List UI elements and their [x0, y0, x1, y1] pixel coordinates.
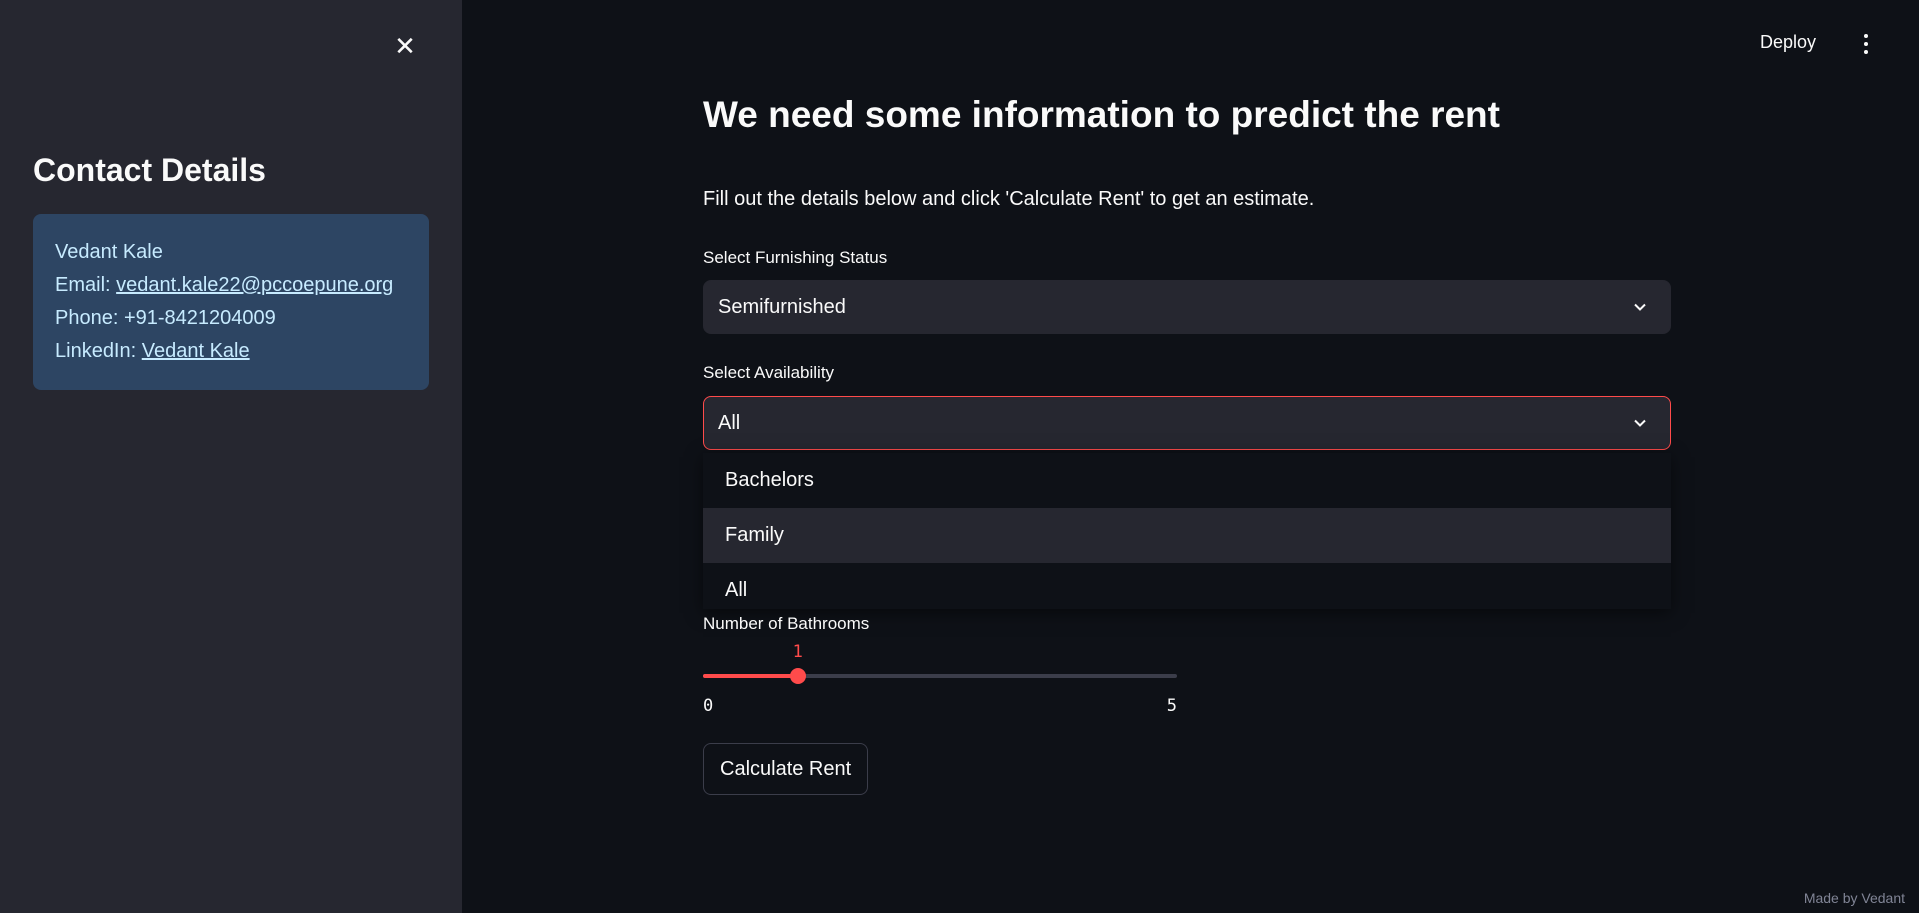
slider-value: 1: [792, 642, 803, 662]
sidebar-title: Contact Details: [33, 152, 266, 188]
slider-max: 5: [1166, 696, 1177, 716]
contact-card: Vedant Kale Email: vedant.kale22@pccoepu…: [33, 214, 429, 390]
email-link[interactable]: vedant.kale22@pccoepune.org: [116, 274, 393, 296]
chevron-down-icon: [1634, 419, 1646, 427]
calculate-rent-button[interactable]: Calculate Rent: [703, 743, 869, 795]
page-title: We need some information to predict the …: [703, 94, 1500, 135]
furnishing-value: Semifurnished: [718, 295, 846, 318]
contact-email-row: Email: vedant.kale22@pccoepune.org: [55, 269, 407, 302]
bathrooms-slider[interactable]: 1 0 5: [703, 642, 1177, 720]
contact-name: Vedant Kale: [55, 241, 163, 263]
kebab-menu-icon[interactable]: [1860, 34, 1872, 56]
furnishing-select[interactable]: Semifurnished: [703, 280, 1671, 334]
slider-min: 0: [703, 696, 714, 716]
slider-fill: [703, 674, 798, 678]
contact-phone: Phone: +91-8421204009: [55, 307, 276, 329]
intro-text: Fill out the details below and click 'Ca…: [703, 188, 1315, 210]
linkedin-label: LinkedIn:: [55, 340, 142, 362]
footer-credit: Made by Vedant: [1803, 890, 1905, 906]
availability-value: All: [718, 411, 741, 434]
dropdown-option-family[interactable]: Family: [703, 508, 1671, 563]
availability-dropdown: Bachelors Family All: [703, 453, 1671, 609]
contact-linkedin-row: LinkedIn: Vedant Kale: [55, 335, 407, 368]
dropdown-option-bachelors[interactable]: Bachelors: [703, 453, 1671, 508]
close-icon[interactable]: ✕: [392, 34, 418, 60]
furnishing-label: Select Furnishing Status: [703, 248, 888, 267]
availability-select[interactable]: All: [703, 396, 1671, 450]
availability-label: Select Availability: [703, 363, 835, 382]
sidebar: ✕ Contact Details Vedant Kale Email: ved…: [0, 0, 462, 913]
chevron-down-icon: [1634, 303, 1646, 311]
dropdown-option-all[interactable]: All: [703, 563, 1671, 618]
email-label: Email:: [55, 274, 117, 296]
deploy-button[interactable]: Deploy: [1760, 32, 1816, 53]
slider-thumb[interactable]: [789, 668, 806, 684]
linkedin-link[interactable]: Vedant Kale: [142, 340, 250, 362]
bathrooms-label: Number of Bathrooms: [703, 614, 870, 633]
